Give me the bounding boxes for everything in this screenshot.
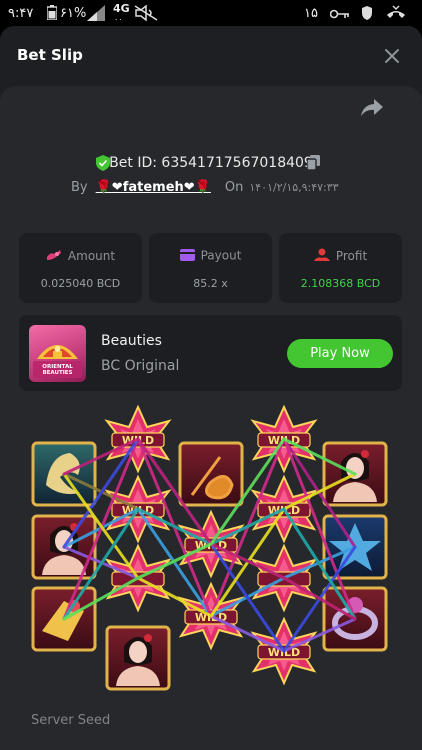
mute-icon: [134, 4, 158, 25]
network-sub: ۰۰: [114, 15, 123, 24]
stat-label: Amount: [67, 249, 116, 263]
bet-by-row: By 🌹❤fatemeh❤🌹 On ۱۴۰۱/۲/۱۵,۹:۴۷:۳۳: [71, 180, 339, 200]
slot-reels: WILD WILD WILD WILD WILD WILD WILD: [31, 406, 388, 691]
game-thumb-text: ORIENTAL BEAUTIES: [42, 364, 73, 376]
wallet-icon: [179, 248, 195, 264]
stat-value: 2.108368 BCD: [300, 277, 381, 290]
by-label: By: [71, 180, 88, 195]
copy-button[interactable]: [306, 155, 320, 171]
shield-status-icon: [362, 6, 372, 24]
copy-icon: [306, 155, 320, 171]
bet-id: Bet ID: 63541717567018409: [109, 155, 313, 171]
bet-id-row: Bet ID: 63541717567018409: [0, 152, 422, 176]
stat-value: 0.025040 BCD: [40, 277, 121, 290]
status-bar: ۹:۴۷ ۶۱% 4G ۰۰ ۱۵: [0, 0, 422, 28]
close-icon: [385, 49, 399, 63]
game-row[interactable]: ORIENTAL BEAUTIES Beauties BC Original P…: [19, 315, 402, 391]
call-icon: [386, 5, 406, 25]
battery-percent: ۶۱%: [60, 6, 87, 21]
stat-amount: Amount 0.025040 BCD: [19, 233, 142, 303]
network-type: 4G: [113, 2, 130, 15]
share-icon: [361, 99, 383, 116]
signal-icon: [87, 5, 105, 25]
stat-label: Profit: [335, 249, 368, 263]
status-time: ۹:۴۷: [8, 6, 34, 21]
stat-profit: Profit 2.108368 BCD: [279, 233, 402, 303]
key-icon: [329, 8, 350, 23]
battery-icon: [46, 5, 58, 24]
stat-label: Payout: [200, 248, 242, 263]
stat-value: 85.2 x: [193, 277, 228, 290]
bet-date: ۱۴۰۱/۲/۱۵,۹:۴۷:۳۳: [249, 181, 339, 194]
game-name: Beauties: [101, 333, 162, 349]
close-button[interactable]: [380, 44, 404, 68]
share-button[interactable]: [360, 98, 384, 118]
stat-payout: Payout 85.2 x: [149, 233, 272, 303]
server-seed-label: Server Seed: [31, 713, 111, 728]
game-thumbnail[interactable]: ORIENTAL BEAUTIES: [29, 325, 86, 382]
coins-icon: [46, 248, 62, 265]
sheet-header: Bet Slip: [0, 26, 422, 86]
notification-count: ۱۵: [304, 6, 318, 21]
username-link[interactable]: 🌹❤fatemeh❤🌹: [96, 180, 211, 195]
on-label: On: [224, 180, 244, 195]
play-now-button[interactable]: Play Now: [287, 339, 393, 368]
game-provider: BC Original: [101, 358, 180, 374]
profit-icon: [313, 248, 330, 265]
sheet-title: Bet Slip: [17, 46, 83, 64]
